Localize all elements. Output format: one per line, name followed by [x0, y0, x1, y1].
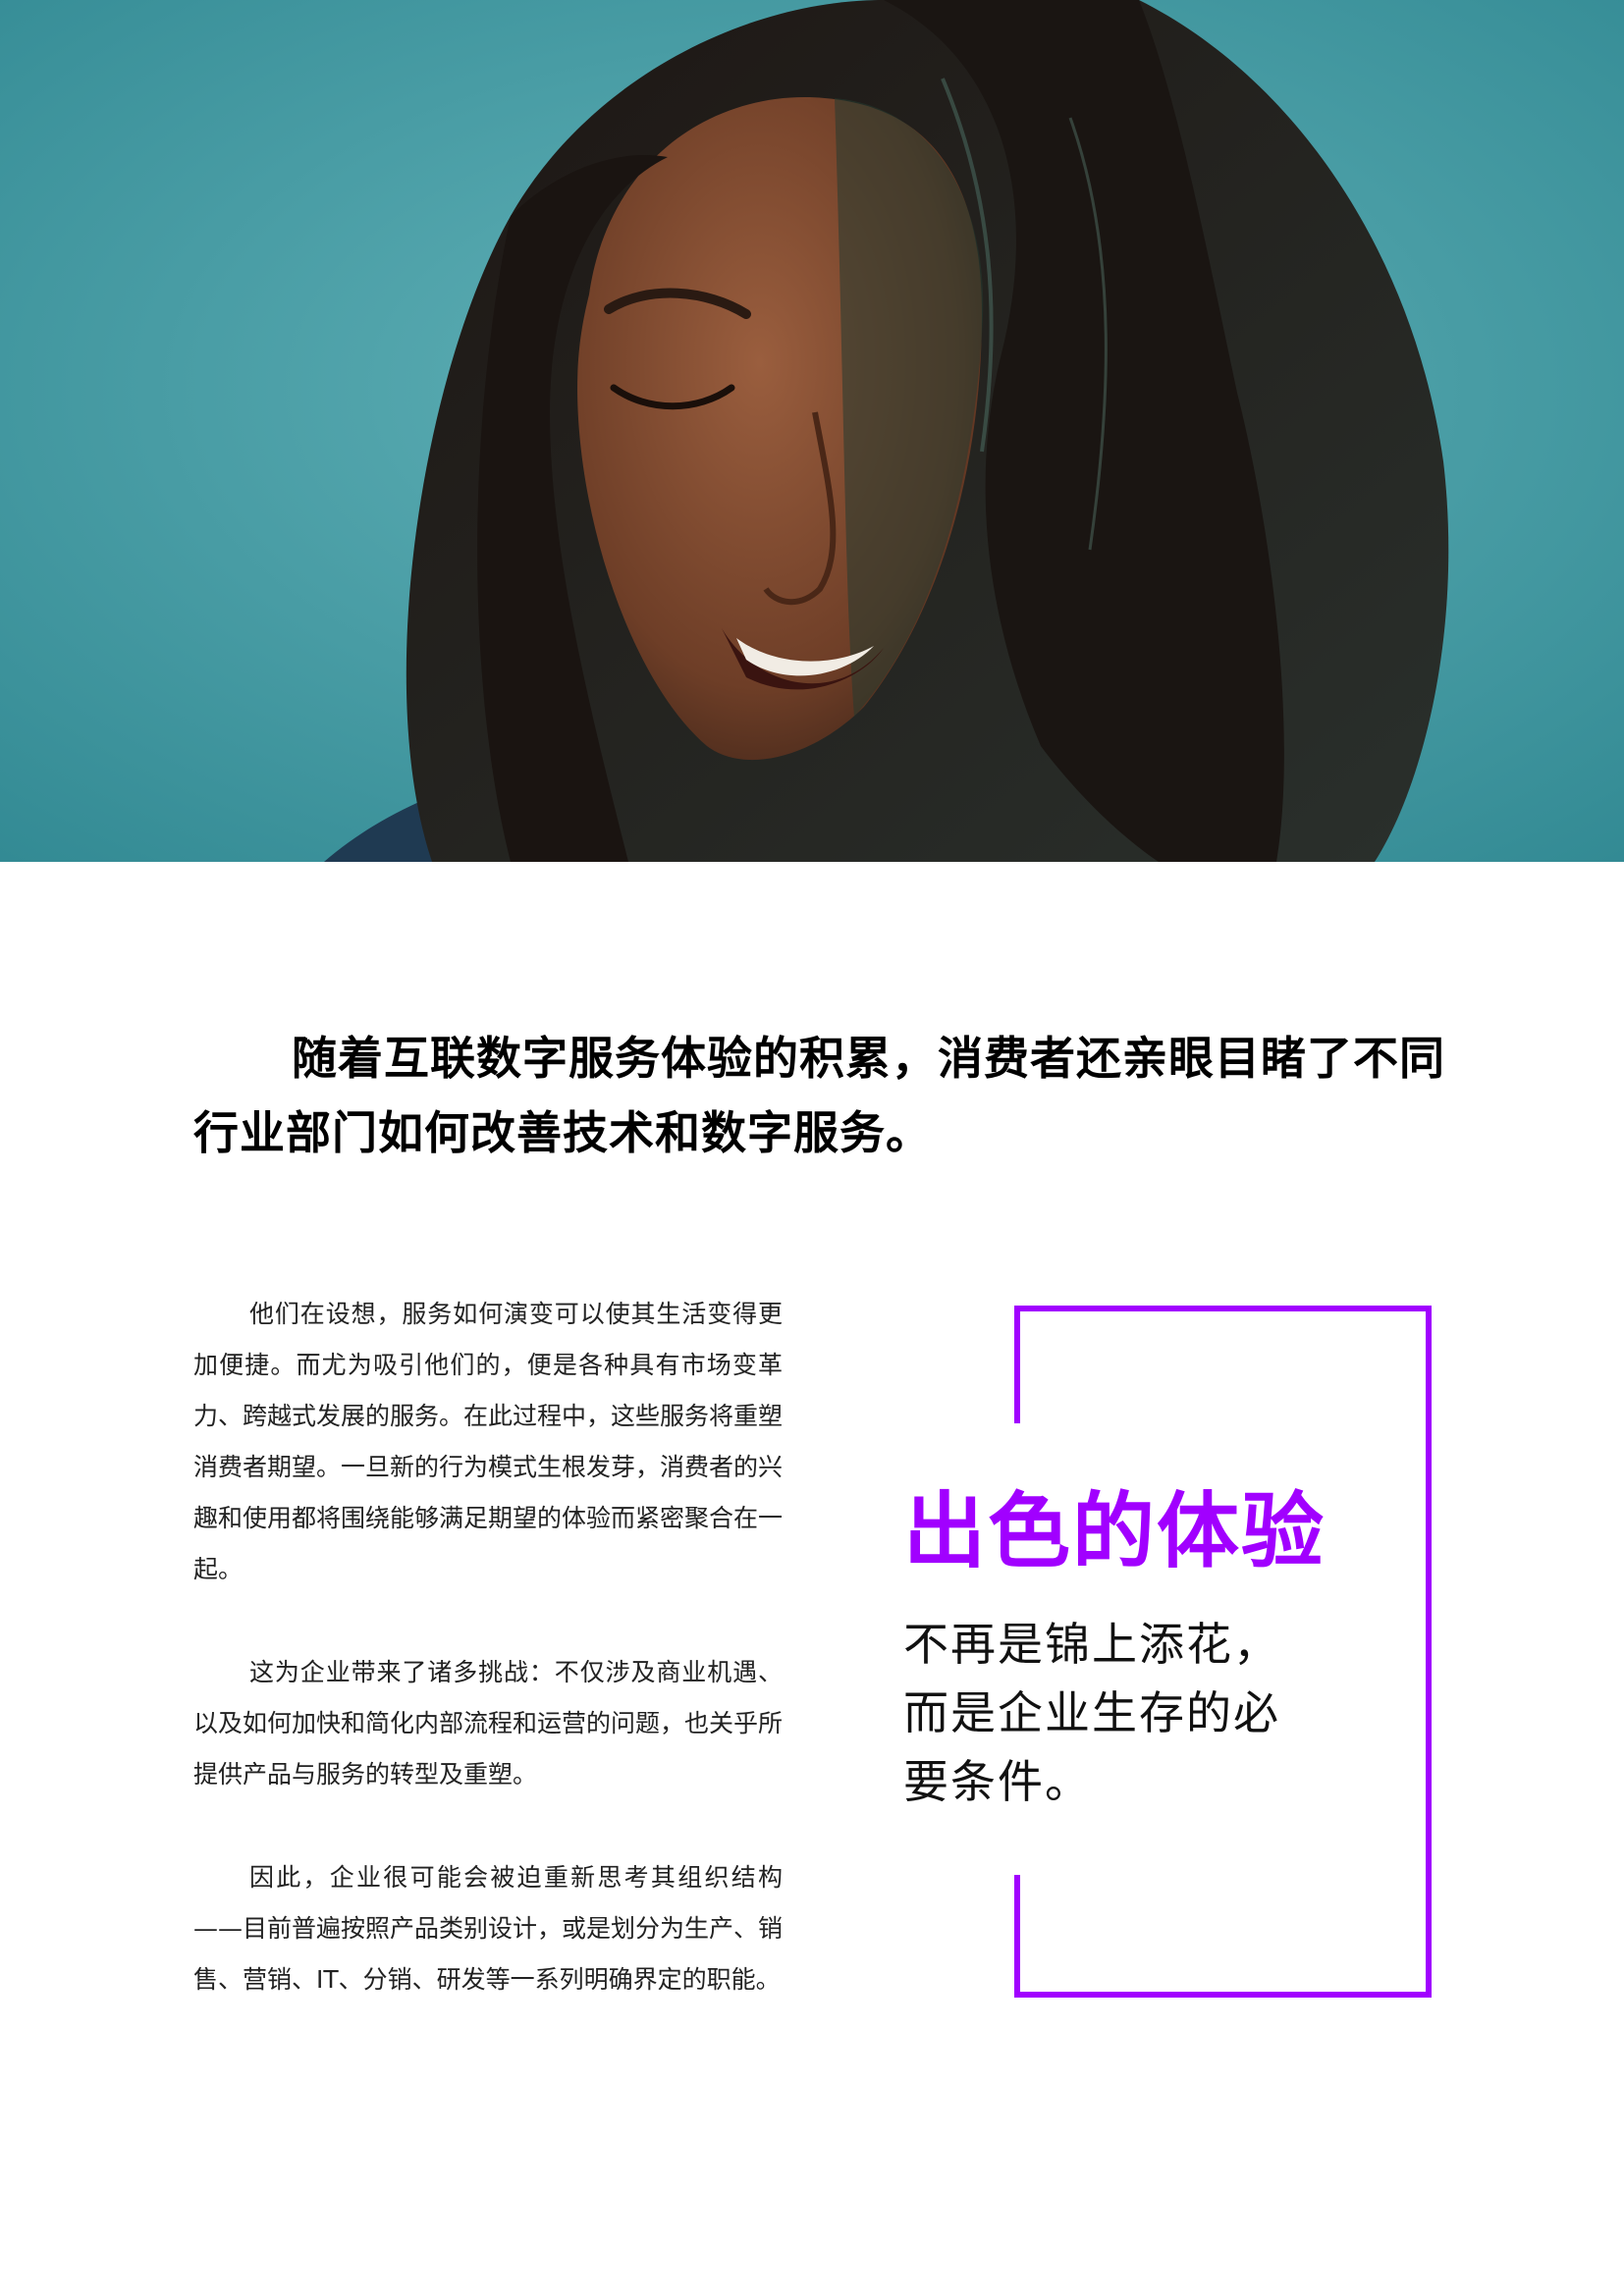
headline: 随着互联数字服务体验的积累，消费者还亲眼目睹了不同行业部门如何改善技术和数字服务…	[193, 1032, 1445, 1159]
body-paragraph: 他们在设想，服务如何演变可以使其生活变得更加便捷。而尤为吸引他们的，便是各种具有…	[193, 1300, 784, 1583]
callout-text: 不再是锦上添花，而是企业生存的必要条件。	[903, 1618, 1280, 1808]
body-column: 他们在设想，服务如何演变可以使其生活变得更加便捷。而尤为吸引他们的，便是各种具有…	[193, 1289, 783, 2057]
hero-photo	[0, 0, 1624, 862]
body-paragraph: 因此，企业很可能会被迫重新思考其组织结构——目前普遍按照产品类别设计，或是划分为…	[193, 1863, 784, 1994]
callout-title: 出色的体验	[903, 1483, 1326, 1579]
body-paragraph: 这为企业带来了诸多挑战：不仅涉及商业机遇、以及如何加快和简化内部流程和运营的问题…	[193, 1658, 784, 1789]
hero-photo-illustration	[0, 0, 1624, 862]
